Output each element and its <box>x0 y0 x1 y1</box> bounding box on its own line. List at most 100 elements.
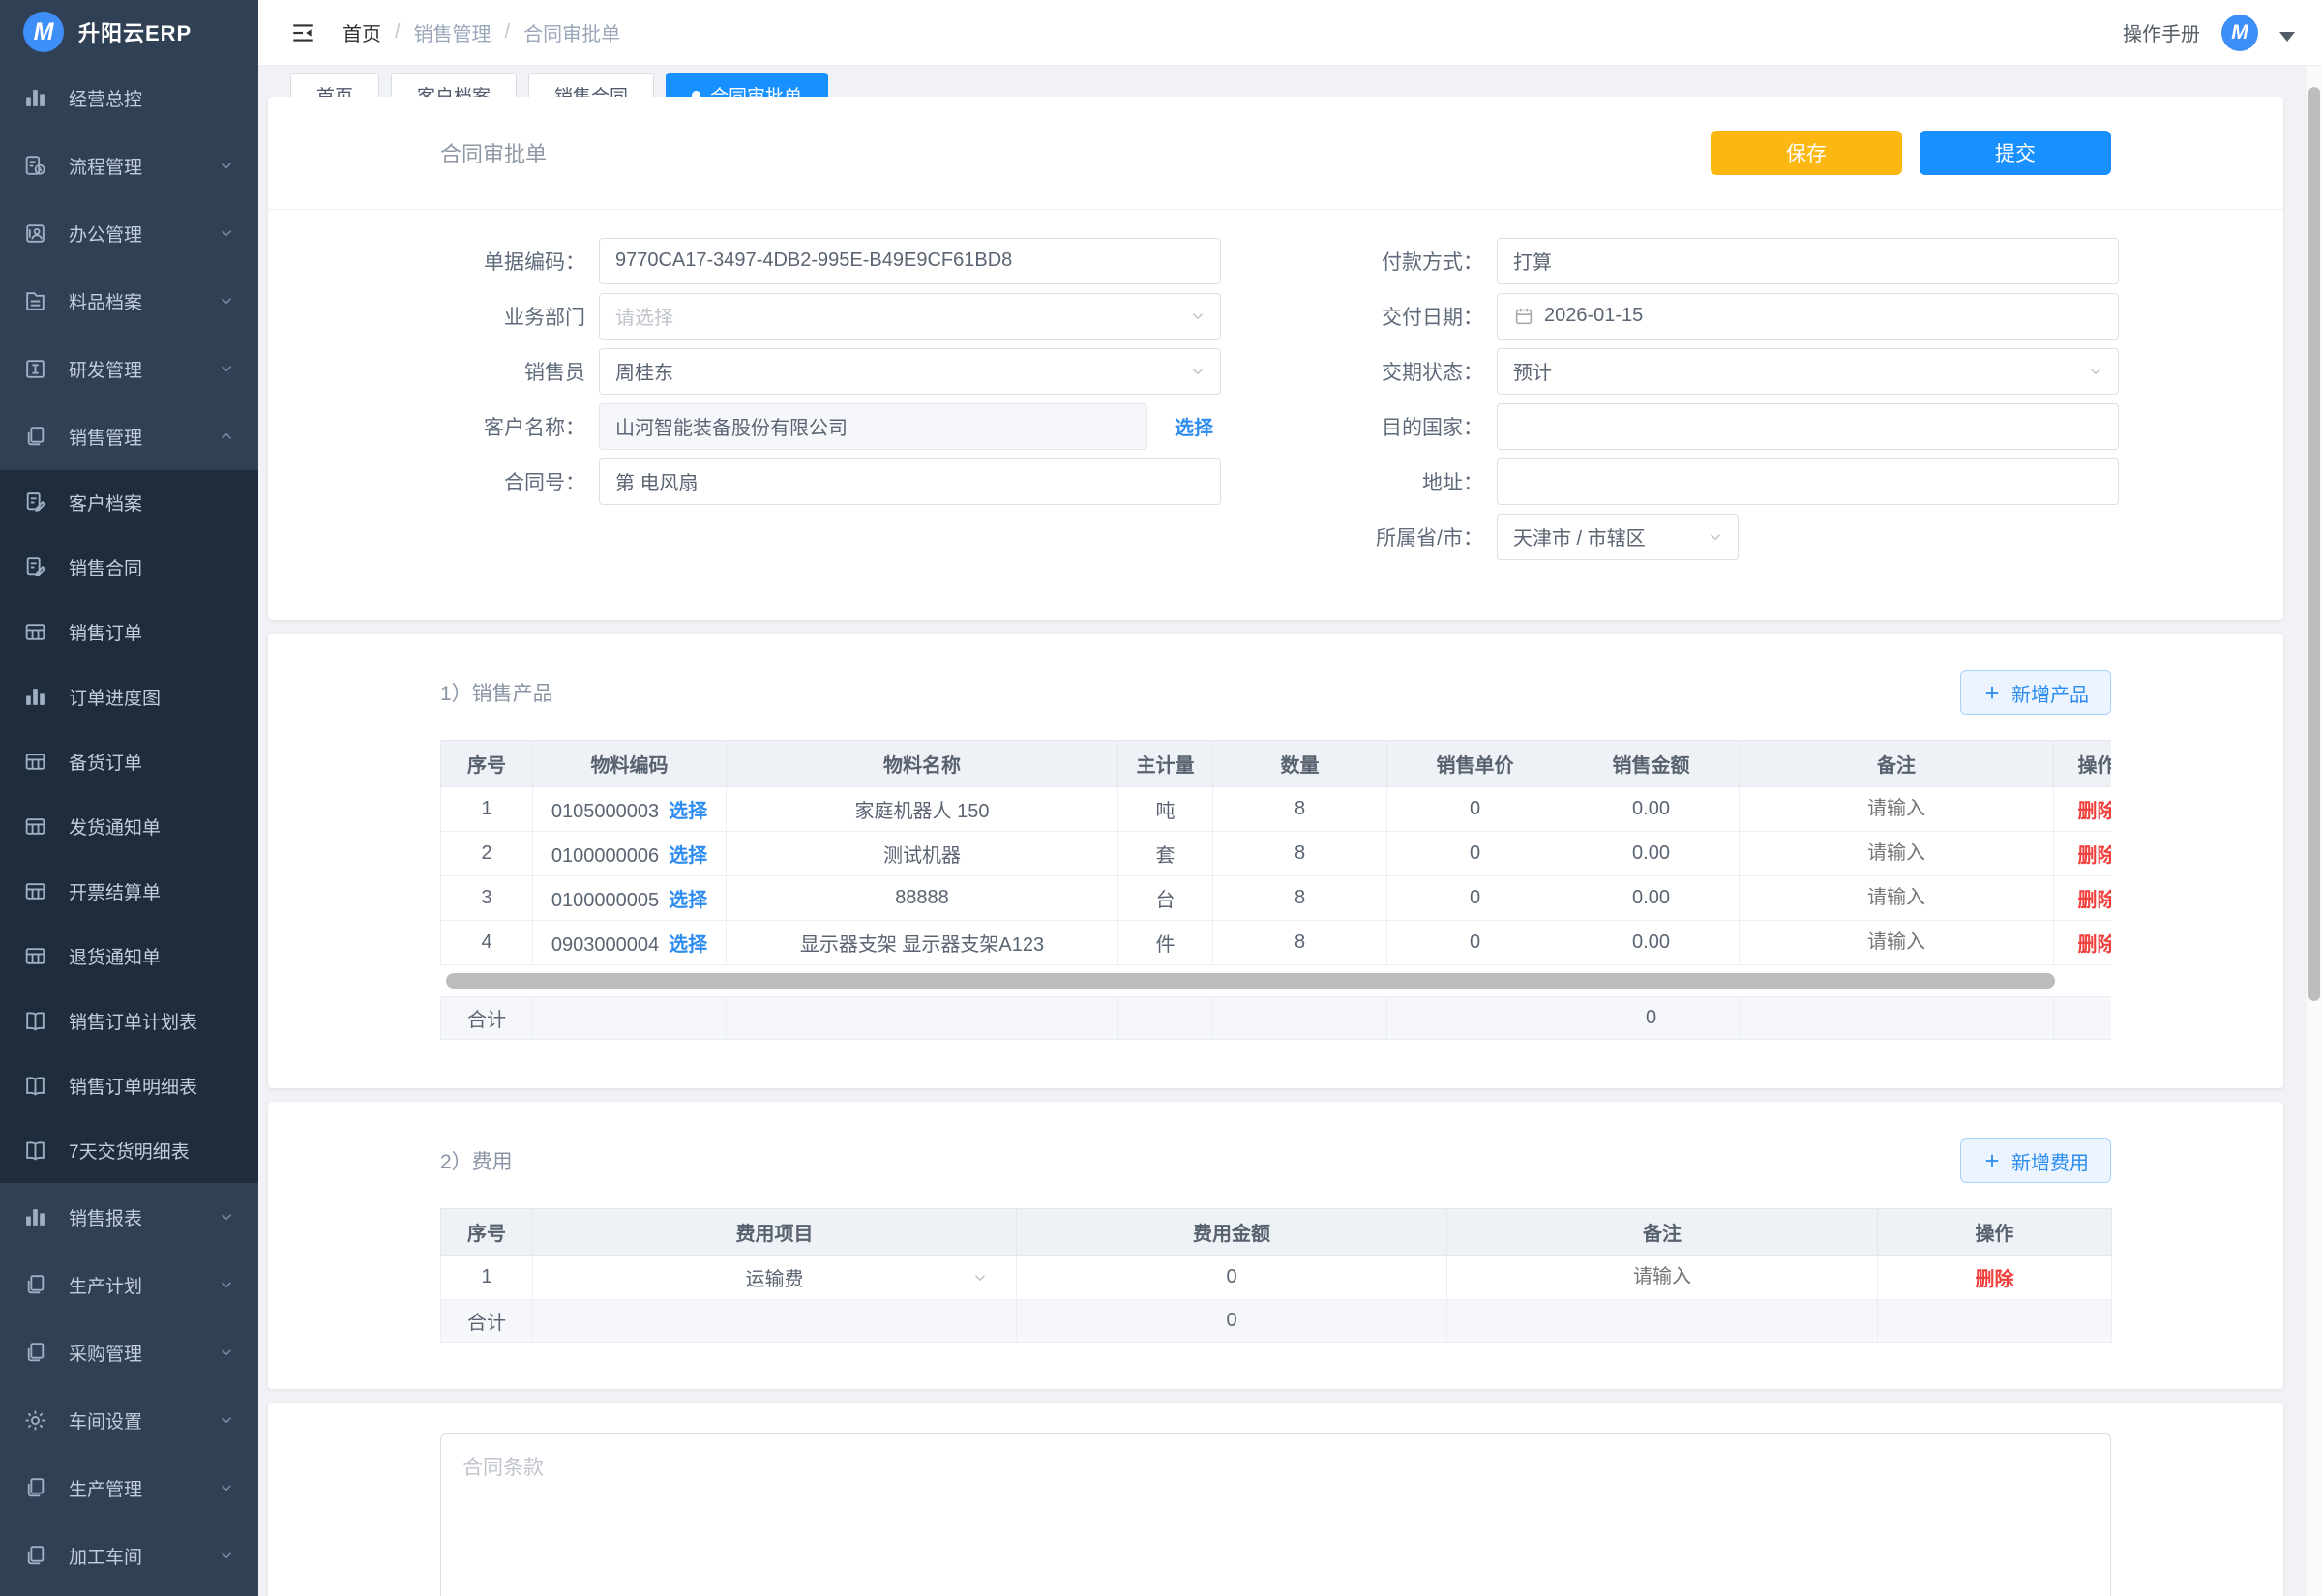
sidebar-item-workshop-settings[interactable]: 车间设置 <box>0 1386 258 1454</box>
delete-row-link[interactable]: 删除 <box>2078 801 2112 822</box>
sidebar-item-sales-report[interactable]: 销售报表 <box>0 1183 258 1251</box>
delete-row-link[interactable]: 删除 <box>2078 890 2112 911</box>
sidebar-item-processing-workshop[interactable]: 加工车间 <box>0 1522 258 1589</box>
delete-row-link[interactable]: 删除 <box>2078 934 2112 956</box>
breadcrumb-home[interactable]: 首页 <box>342 18 381 46</box>
remark-input[interactable] <box>1755 887 2038 909</box>
sidebar-item-business-overview[interactable]: 经营总控 <box>0 64 258 132</box>
sidebar-item-production-mgmt[interactable]: 生产管理 <box>0 1454 258 1522</box>
sidebar-item-process-mgmt[interactable]: 流程管理 <box>0 132 258 199</box>
products-hscrollbar-thumb[interactable] <box>446 973 2055 989</box>
tab-customer-archive[interactable]: 客户档案 <box>391 73 517 97</box>
department-select[interactable]: 请选择 <box>599 293 1221 340</box>
tab-label: 首页 <box>316 82 353 98</box>
choose-material-link[interactable]: 选择 <box>669 801 707 822</box>
cell-qty[interactable]: 8 <box>1213 787 1387 832</box>
tab-home[interactable]: 首页 <box>290 73 379 97</box>
save-button[interactable]: 保存 <box>1711 131 1902 175</box>
choose-material-link[interactable]: 选择 <box>669 890 707 911</box>
cell-action: 删除 <box>2054 921 2112 965</box>
tab-contract-approval[interactable]: 合同审批单 <box>666 73 828 97</box>
col-seq: 序号 <box>441 1209 533 1256</box>
delete-fee-link[interactable]: 删除 <box>1976 1269 2014 1290</box>
dest-country-input[interactable] <box>1497 403 2119 450</box>
customer-choose-link[interactable]: 选择 <box>1175 412 1213 440</box>
choose-material-link[interactable]: 选择 <box>669 845 707 867</box>
cell-qty[interactable]: 8 <box>1213 832 1387 876</box>
cell-fee-amount[interactable]: 0 <box>1017 1256 1447 1300</box>
salesman-select[interactable]: 周桂东 <box>599 348 1221 395</box>
cell-qty[interactable]: 8 <box>1213 921 1387 965</box>
book-icon <box>23 1009 47 1033</box>
province-cascader[interactable]: 天津市 / 市辖区 <box>1497 514 1739 560</box>
col-price: 销售单价 <box>1387 741 1563 787</box>
sidebar-item-return-notice[interactable]: 退货通知单 <box>0 924 258 989</box>
sidebar-item-sales-contract[interactable]: 销售合同 <box>0 535 258 600</box>
manual-link[interactable]: 操作手册 <box>2123 18 2200 46</box>
payment-input[interactable] <box>1497 238 2119 284</box>
user-menu-caret-icon[interactable] <box>2279 32 2295 42</box>
cell-amount: 0.00 <box>1563 876 1740 921</box>
delete-row-link[interactable]: 删除 <box>2078 845 2112 867</box>
sidebar-item-purchase-mgmt[interactable]: 采购管理 <box>0 1318 258 1386</box>
sidebar-item-invoice-settlement[interactable]: 开票结算单 <box>0 859 258 924</box>
avatar[interactable]: M <box>2221 15 2258 51</box>
sidebar-item-production-plan[interactable]: 生产计划 <box>0 1251 258 1318</box>
sidebar-item-order-detail-report[interactable]: 销售订单明细表 <box>0 1053 258 1118</box>
doc-code-label: 单据编码： <box>432 247 599 276</box>
remark-input[interactable] <box>1755 842 2038 865</box>
choose-material-link[interactable]: 选择 <box>669 934 707 956</box>
sidebar-item-sales-mgmt[interactable]: 销售管理 <box>0 402 258 470</box>
sidebar-item-office-mgmt[interactable]: 办公管理 <box>0 199 258 267</box>
products-total-table: 合计 0 <box>440 996 2111 1040</box>
delivery-date-picker[interactable]: 2026-01-15 <box>1497 293 2119 340</box>
add-product-button[interactable]: 新增产品 <box>1960 670 2111 715</box>
cell-name: 家庭机器人 150 <box>727 787 1118 832</box>
field-contract-no: 合同号： <box>432 454 1221 509</box>
cell-seq: 3 <box>441 876 533 921</box>
sidebar-item-customer-archive[interactable]: 客户档案 <box>0 470 258 535</box>
folder-icon <box>23 289 47 313</box>
field-customer: 客户名称： 山河智能装备股份有限公司 选择 <box>432 399 1221 454</box>
sidebar-item-stock-order[interactable]: 备货订单 <box>0 729 258 794</box>
delivery-status-select[interactable]: 预计 <box>1497 348 2119 395</box>
sidebar-item-rd-mgmt[interactable]: 研发管理 <box>0 335 258 402</box>
sidebar-item-7day-delivery-report[interactable]: 7天交货明细表 <box>0 1118 258 1183</box>
sidebar-item-label: 加工车间 <box>69 1543 142 1569</box>
address-input[interactable] <box>1497 458 2119 505</box>
sidebar-item-shipping-notice[interactable]: 发货通知单 <box>0 794 258 859</box>
cell-qty[interactable]: 8 <box>1213 876 1387 921</box>
cell-unit: 吨 <box>1118 787 1213 832</box>
cell-price[interactable]: 0 <box>1387 921 1563 965</box>
rd-square-icon <box>23 357 47 381</box>
sidebar-item-order-plan-report[interactable]: 销售订单计划表 <box>0 989 258 1053</box>
bar-chart-icon <box>23 1205 47 1229</box>
sidebar-item-label: 销售订单 <box>69 619 142 645</box>
product-row: 4 0903000004选择 显示器支架 显示器支架A123 件 8 0 0.0… <box>441 921 2112 965</box>
remark-input[interactable] <box>1469 1266 1856 1288</box>
cell-code: 0903000004选择 <box>533 921 727 965</box>
gear-icon <box>23 1408 47 1433</box>
cell-price[interactable]: 0 <box>1387 876 1563 921</box>
contract-no-input[interactable] <box>599 458 1221 505</box>
products-section-title: 1）销售产品 <box>440 678 553 707</box>
page-vscrollbar-thumb[interactable] <box>2308 87 2320 1001</box>
cell-price[interactable]: 0 <box>1387 787 1563 832</box>
contract-terms-textarea[interactable] <box>440 1433 2111 1596</box>
col-action: 操作 <box>1878 1209 2112 1256</box>
cell-price[interactable]: 0 <box>1387 832 1563 876</box>
fee-item-select[interactable]: 运输费 <box>533 1256 1016 1299</box>
tab-sales-contract[interactable]: 销售合同 <box>528 73 654 97</box>
breadcrumb-sales-mgmt[interactable]: 销售管理 <box>414 18 491 46</box>
bar-chart-icon <box>23 685 47 709</box>
submit-button[interactable]: 提交 <box>1920 131 2111 175</box>
sidebar-item-material-archive[interactable]: 料品档案 <box>0 267 258 335</box>
remark-input[interactable] <box>1755 931 2038 954</box>
sidebar-item-order-progress[interactable]: 订单进度图 <box>0 665 258 729</box>
add-fee-button[interactable]: 新增费用 <box>1960 1138 2111 1183</box>
doc-code-input[interactable] <box>599 238 1221 284</box>
chevron-down-icon <box>1189 363 1206 380</box>
remark-input[interactable] <box>1755 798 2038 820</box>
sidebar-item-sales-order[interactable]: 销售订单 <box>0 600 258 665</box>
menu-fold-icon[interactable] <box>290 20 315 45</box>
